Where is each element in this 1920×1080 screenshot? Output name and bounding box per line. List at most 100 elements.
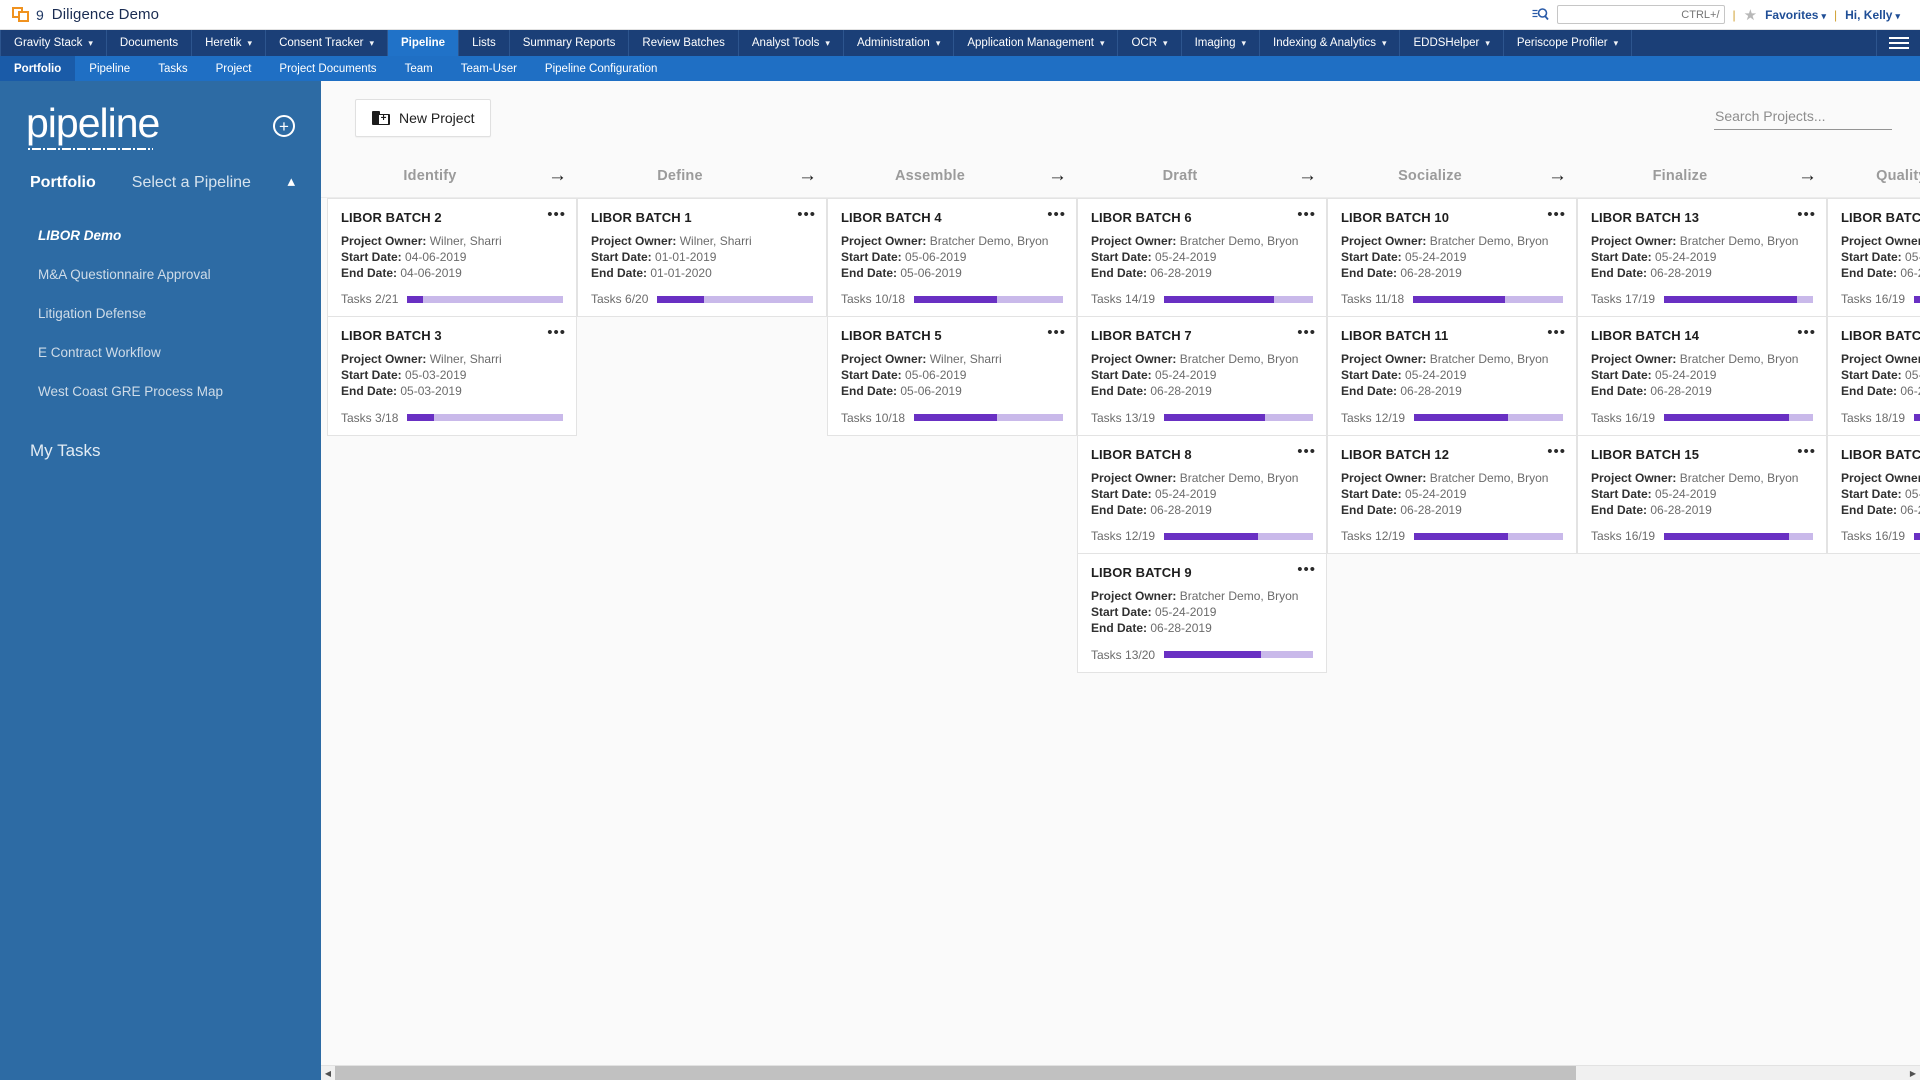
end-date-value: 01-01-2020 <box>650 265 712 280</box>
project-owner-value: Bratcher Demo, Bryon <box>1179 470 1299 485</box>
project-owner-value: Bratcher Demo, Bryon <box>1179 234 1299 248</box>
nav-item-periscope-profiler[interactable]: Periscope Profiler ▾ <box>1504 30 1633 56</box>
nav-item-lists[interactable]: Lists <box>459 30 510 56</box>
ellipsis-icon[interactable]: ••• <box>547 325 566 340</box>
end-date-line: End Date: 06-28-2019 <box>1841 266 1920 282</box>
user-menu[interactable]: Hi, Kelly ▾ <box>1845 8 1900 22</box>
project-card[interactable]: LIBOR BATCH 18•••Project Owner: Bratcher… <box>1827 435 1920 555</box>
nav-item-documents[interactable]: Documents <box>107 30 193 56</box>
project-card[interactable]: LIBOR BATCH 11 ••• Project Owner: Bratcher… <box>1327 317 1577 436</box>
start-date-label: Start Date: <box>1091 249 1152 264</box>
nav-item-consent-tracker[interactable]: Consent Tracker ▾ <box>266 30 388 56</box>
ellipsis-icon[interactable]: ••• <box>1297 444 1316 459</box>
scrollbar-thumb[interactable] <box>335 1066 1577 1080</box>
tasks-word: Tasks <box>1341 529 1372 544</box>
project-card[interactable]: LIBOR BATCH 6 ••• Project Owner: Bratcher … <box>1077 198 1327 318</box>
project-card[interactable]: LIBOR BATCH 14 ••• Project Owner: Bratcher… <box>1577 317 1827 436</box>
circle-plus-icon[interactable]: + <box>273 115 295 137</box>
project-card[interactable]: LIBOR BATCH 17•••Project Owner: Bratcher… <box>1827 317 1920 436</box>
project-card[interactable]: LIBOR BATCH 1 ••• Project Owner: Wilner, S… <box>577 198 827 318</box>
nav-item-administration[interactable]: Administration ▾ <box>844 30 955 56</box>
subnav-item-team[interactable]: Team <box>391 56 447 81</box>
project-card[interactable]: LIBOR BATCH 7 ••• Project Owner: Bratcher … <box>1077 317 1327 436</box>
subnav-item-team-user[interactable]: Team-User <box>447 56 531 81</box>
project-card[interactable]: LIBOR BATCH 12 ••• Project Owner: Bratcher… <box>1327 435 1577 555</box>
project-card-title: LIBOR BATCH 12 <box>1341 446 1450 462</box>
nav-item-indexing-analytics[interactable]: Indexing & Analytics ▾ <box>1260 30 1401 56</box>
sidebar-item-e-contract-workflow[interactable]: E Contract Workflow <box>0 333 321 372</box>
project-card[interactable]: LIBOR BATCH 3 ••• Project Owner: Wilner, S… <box>327 317 577 436</box>
hamburger-menu-icon[interactable] <box>1876 30 1920 56</box>
ellipsis-icon[interactable]: ••• <box>1297 562 1316 577</box>
end-date-value: 06-28-2019 <box>1150 502 1212 517</box>
nav-item-application-management[interactable]: Application Management ▾ <box>954 30 1119 56</box>
ellipsis-icon[interactable]: ••• <box>1047 207 1066 222</box>
end-date-label: End Date: <box>1091 384 1148 399</box>
lane-identify: LIBOR BATCH 2 ••• Project Owner: Wilner, S… <box>327 198 577 436</box>
tasks-progress-bar <box>1914 295 1920 303</box>
project-card[interactable]: LIBOR BATCH 13 ••• Project Owner: Bratcher… <box>1577 198 1827 318</box>
tasks-progress: Tasks 16/19 <box>1591 411 1813 425</box>
search-icon[interactable] <box>1532 7 1549 22</box>
nav-item-ocr[interactable]: OCR ▾ <box>1118 30 1182 56</box>
project-card[interactable]: LIBOR BATCH 2 ••• Project Owner: Wilner, S… <box>327 198 577 318</box>
tasks-word: Tasks <box>341 292 372 307</box>
tasks-progress: Tasks 13/20 <box>1091 648 1313 662</box>
horizontal-scrollbar[interactable]: ◀ ▶ <box>321 1065 1920 1080</box>
subnav-item-project[interactable]: Project <box>202 56 266 81</box>
new-project-button[interactable]: + New Project <box>355 98 492 137</box>
subnav-item-pipeline-configuration[interactable]: Pipeline Configuration <box>531 56 672 81</box>
select-pipeline-label[interactable]: Select a Pipeline <box>132 174 251 192</box>
nav-item-heretik[interactable]: Heretik ▾ <box>192 30 267 56</box>
nav-item-eddshelper[interactable]: EDDSHelper ▾ <box>1400 30 1504 56</box>
ellipsis-icon[interactable]: ••• <box>1297 207 1316 222</box>
project-card[interactable]: LIBOR BATCH 8 ••• Project Owner: Bratcher … <box>1077 435 1327 555</box>
sidebar-item-libor-demo[interactable]: LIBOR Demo <box>0 216 321 255</box>
ellipsis-icon[interactable]: ••• <box>1547 325 1566 340</box>
ellipsis-icon[interactable]: ••• <box>1797 207 1816 222</box>
ellipsis-icon[interactable]: ••• <box>1797 444 1816 459</box>
ellipsis-icon[interactable]: ••• <box>1047 325 1066 340</box>
global-search-input[interactable] <box>1556 5 1725 24</box>
sidebar-item-west-coast-gre-process-map[interactable]: West Coast GRE Process Map <box>0 372 321 411</box>
nav-item-gravity-stack[interactable]: Gravity Stack ▾ <box>0 30 107 56</box>
nav-item-review-batches[interactable]: Review Batches <box>629 30 739 56</box>
ellipsis-icon[interactable]: ••• <box>1297 325 1316 340</box>
subnav-item-project-documents[interactable]: Project Documents <box>265 56 390 81</box>
nav-item-summary-reports[interactable]: Summary Reports <box>510 30 630 56</box>
search-projects-input[interactable] <box>1714 105 1892 130</box>
subnav-item-tasks[interactable]: Tasks <box>144 56 201 81</box>
triangle-right-icon[interactable]: ▶ <box>1906 1066 1920 1080</box>
subnav-item-pipeline[interactable]: Pipeline <box>75 56 144 81</box>
favorites-menu[interactable]: Favorites ▾ <box>1765 8 1826 22</box>
start-date-label: Start Date: <box>1591 249 1652 264</box>
project-card[interactable]: LIBOR BATCH 16•••Project Owner: Bratcher… <box>1827 198 1920 318</box>
project-card[interactable]: LIBOR BATCH 5 ••• Project Owner: Wilner, S… <box>827 317 1077 436</box>
project-owner-value: Bratcher Demo, Bryon <box>1179 352 1299 367</box>
ellipsis-icon[interactable]: ••• <box>1547 207 1566 222</box>
my-tasks-heading[interactable]: My Tasks <box>0 411 321 461</box>
scrollbar-track[interactable] <box>335 1066 1906 1080</box>
nav-item-pipeline[interactable]: Pipeline <box>387 30 460 56</box>
sidebar-item-m-a-questionnaire-approval[interactable]: M&A Questionnaire Approval <box>0 255 321 294</box>
ellipsis-icon[interactable]: ••• <box>797 207 816 222</box>
tasks-count-value: 12/19 <box>1375 529 1406 544</box>
ellipsis-icon[interactable]: ••• <box>547 207 566 222</box>
project-card[interactable]: LIBOR BATCH 4 ••• Project Owner: Bratcher … <box>827 198 1077 318</box>
ellipsis-icon[interactable]: ••• <box>1797 325 1816 340</box>
tasks-progress: Tasks 16/19 <box>1591 529 1813 543</box>
nav-item-imaging[interactable]: Imaging ▾ <box>1182 30 1261 56</box>
tasks-progress-bar <box>1664 532 1813 540</box>
ellipsis-icon[interactable]: ••• <box>1547 444 1566 459</box>
nav-item-analyst-tools[interactable]: Analyst Tools ▾ <box>739 30 844 56</box>
star-icon[interactable]: ★ <box>1744 6 1757 24</box>
tasks-word: Tasks <box>1091 410 1122 425</box>
chevron-up-icon[interactable]: ▴ <box>287 172 295 190</box>
project-card[interactable]: LIBOR BATCH 15 ••• Project Owner: Bratcher… <box>1577 435 1827 555</box>
project-card[interactable]: LIBOR BATCH 9 ••• Project Owner: Bratcher … <box>1077 554 1327 673</box>
triangle-left-icon[interactable]: ◀ <box>321 1066 335 1080</box>
project-card-title: LIBOR BATCH 13 <box>1591 210 1700 225</box>
sidebar-item-litigation-defense[interactable]: Litigation Defense <box>0 294 321 333</box>
subnav-item-portfolio[interactable]: Portfolio <box>0 56 76 81</box>
project-card[interactable]: LIBOR BATCH 10 ••• Project Owner: Bratcher… <box>1327 198 1577 318</box>
